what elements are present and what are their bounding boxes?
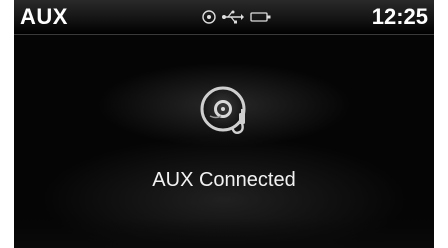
source-title: AUX (20, 4, 68, 29)
aux-disc-icon (200, 85, 250, 137)
disc-icon (202, 10, 216, 24)
status-bar: AUX 12:25 (14, 0, 434, 35)
head-unit-screen: AUX 12:25 AUX Connected (14, 0, 434, 248)
usb-icon (222, 10, 244, 24)
connection-message: AUX Connected (152, 169, 296, 191)
status-icons (202, 6, 272, 28)
battery-icon (250, 11, 272, 23)
clock: 12:25 (371, 4, 428, 29)
aux-stage: AUX Connected (14, 35, 434, 248)
